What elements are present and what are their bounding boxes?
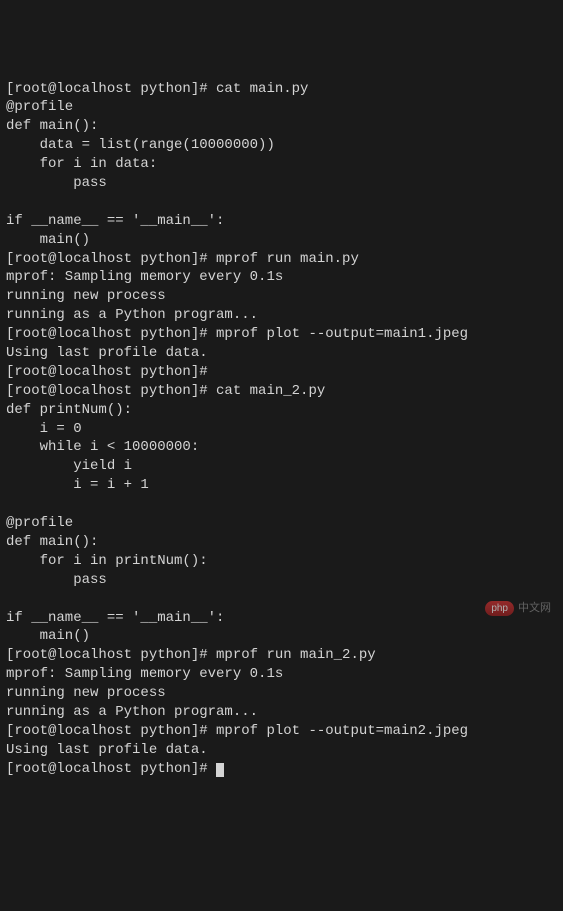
terminal-line: main(): [6, 232, 90, 248]
terminal-line: [root@localhost python]# mprof run main_…: [6, 647, 376, 663]
terminal-line: for i in printNum():: [6, 553, 208, 569]
terminal-line: mprof: Sampling memory every 0.1s: [6, 666, 283, 682]
terminal-line: running new process: [6, 288, 166, 304]
terminal-line: for i in data:: [6, 156, 157, 172]
terminal-line: i = i + 1: [6, 477, 149, 493]
terminal-line: [root@localhost python]# mprof run main.…: [6, 251, 359, 267]
terminal-output[interactable]: [root@localhost python]# cat main.py @pr…: [6, 80, 557, 779]
terminal-line: [root@localhost python]# mprof plot --ou…: [6, 326, 468, 342]
terminal-line: @profile: [6, 99, 73, 115]
terminal-line: @profile: [6, 515, 73, 531]
terminal-line: pass: [6, 175, 107, 191]
watermark: php 中文网: [485, 601, 551, 617]
terminal-line: [root@localhost python]#: [6, 364, 208, 380]
terminal-line: yield i: [6, 458, 132, 474]
terminal-line: running as a Python program...: [6, 704, 258, 720]
terminal-line: main(): [6, 628, 90, 644]
terminal-line: if __name__ == '__main__':: [6, 610, 224, 626]
terminal-line: running new process: [6, 685, 166, 701]
terminal-line: while i < 10000000:: [6, 439, 199, 455]
terminal-line: if __name__ == '__main__':: [6, 213, 224, 229]
cursor-icon: [216, 763, 224, 777]
watermark-text: 中文网: [518, 601, 551, 616]
terminal-line: Using last profile data.: [6, 742, 208, 758]
terminal-line: i = 0: [6, 421, 82, 437]
terminal-line: Using last profile data.: [6, 345, 208, 361]
terminal-line: def printNum():: [6, 402, 132, 418]
terminal-prompt[interactable]: [root@localhost python]#: [6, 761, 216, 777]
terminal-line: data = list(range(10000000)): [6, 137, 275, 153]
terminal-line: mprof: Sampling memory every 0.1s: [6, 269, 283, 285]
terminal-line: running as a Python program...: [6, 307, 258, 323]
terminal-line: [root@localhost python]# cat main.py: [6, 81, 308, 97]
watermark-badge: php: [485, 601, 514, 617]
terminal-line: [root@localhost python]# mprof plot --ou…: [6, 723, 468, 739]
terminal-line: [root@localhost python]# cat main_2.py: [6, 383, 325, 399]
terminal-line: pass: [6, 572, 107, 588]
terminal-line: def main():: [6, 534, 98, 550]
terminal-line: def main():: [6, 118, 98, 134]
